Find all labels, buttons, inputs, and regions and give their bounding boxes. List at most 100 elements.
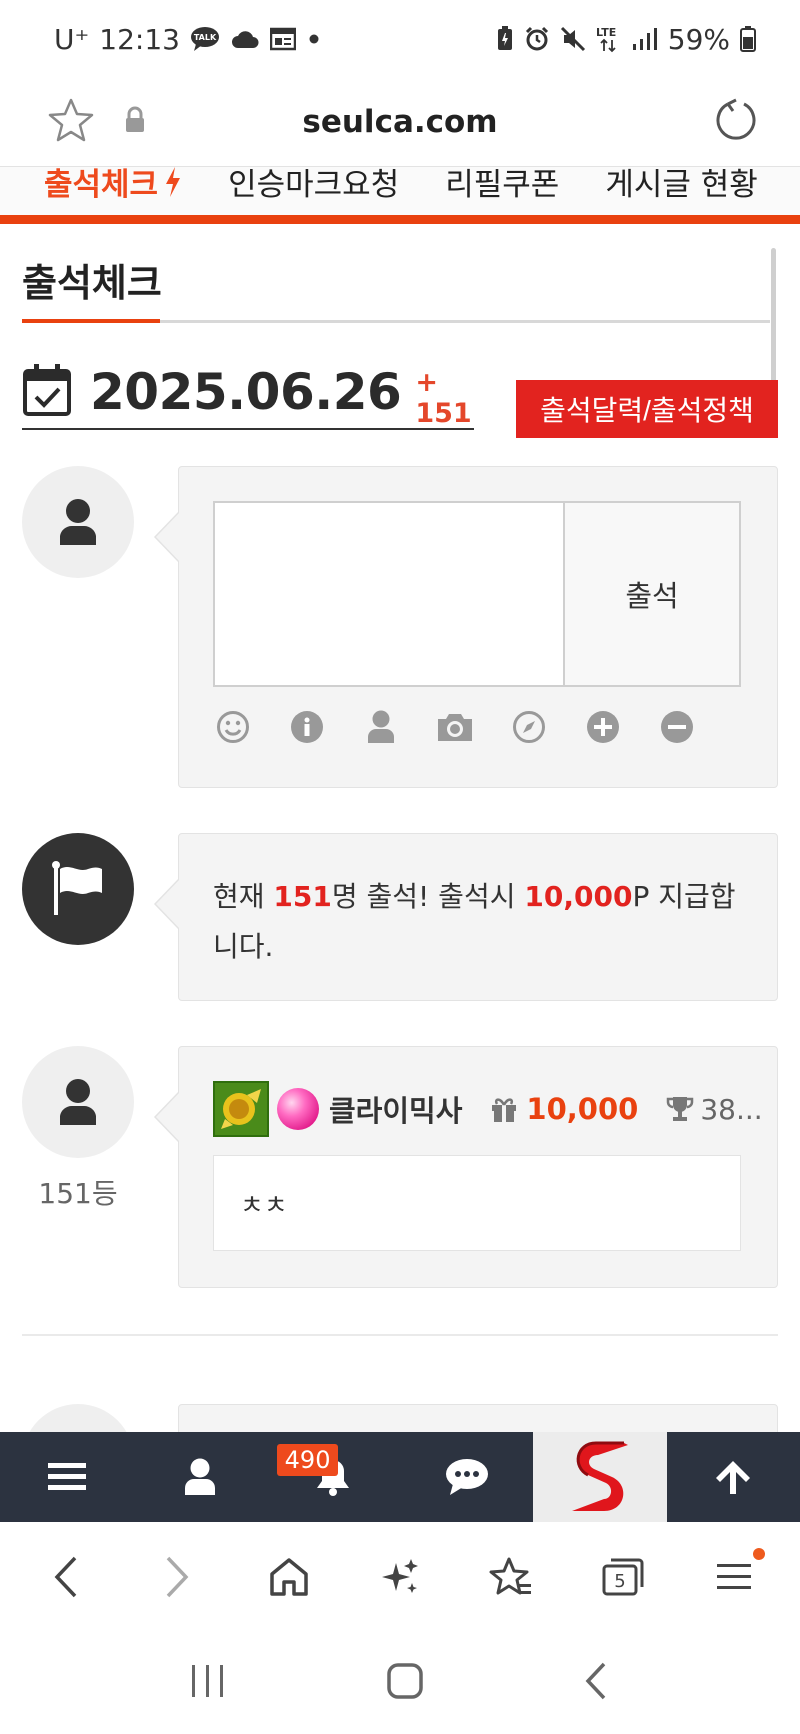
nav-item-mark-request[interactable]: 인승마크요청 <box>228 167 399 204</box>
info-icon[interactable] <box>287 707 327 747</box>
attendance-policy-button[interactable]: 출석달력/출석정책 <box>516 380 778 438</box>
score-value: 38... <box>700 1092 763 1126</box>
member-nickname[interactable]: 클라이믹사 <box>329 1088 462 1130</box>
svg-text:TALK: TALK <box>194 33 217 42</box>
nav-item-attendance[interactable]: 출석체크 <box>44 167 182 204</box>
chevron-right-icon <box>166 1556 189 1598</box>
member-comment: ㅊㅊ <box>213 1155 741 1251</box>
point-value: 10,000 <box>526 1092 639 1126</box>
carrier-label: U⁺ <box>54 22 90 56</box>
scroll-top-button[interactable] <box>667 1432 800 1522</box>
talk-icon: TALK <box>190 26 220 52</box>
bookmark-star-icon[interactable] <box>48 97 94 147</box>
member-avatar[interactable] <box>22 1046 134 1158</box>
level-badge-icon <box>213 1081 269 1137</box>
compose-form: 출석 <box>213 501 741 687</box>
home-icon <box>269 1558 308 1596</box>
alarm-icon <box>524 26 550 52</box>
notice-count: 151 <box>273 880 332 913</box>
battery-icon <box>740 26 756 52</box>
attendance-count: + 151 <box>415 367 472 429</box>
camera-icon[interactable] <box>435 707 475 747</box>
notice-text: 명 출석! 출석시 <box>331 880 525 913</box>
page-title: 출석체크 <box>22 261 162 305</box>
site-logo-button[interactable] <box>533 1432 667 1522</box>
plus-circle-icon[interactable] <box>583 707 623 747</box>
sparkle-icon <box>381 1559 418 1593</box>
attendance-date: 2025.06.26 <box>90 363 402 421</box>
notifications-button[interactable]: 490 <box>267 1432 400 1522</box>
clock: 12:13 <box>99 22 180 56</box>
avatar <box>22 466 134 578</box>
reload-icon[interactable] <box>714 97 760 147</box>
calendar-news-icon <box>269 27 296 51</box>
address-bar: seulca.com <box>0 78 800 166</box>
compose-toolbar <box>213 707 697 747</box>
orb-badge-icon <box>277 1088 319 1130</box>
forward-button[interactable] <box>142 1542 212 1612</box>
emoticon-icon[interactable] <box>213 707 253 747</box>
trophy-icon <box>667 1097 694 1121</box>
star-list-icon <box>489 1557 532 1595</box>
site-logo-icon <box>571 1441 628 1511</box>
user-icon <box>60 499 96 545</box>
tabs-button[interactable]: 5 <box>588 1542 658 1612</box>
calendar-check-icon <box>22 363 72 421</box>
tabs-icon: 5 <box>602 1558 644 1596</box>
update-dot <box>753 1548 766 1560</box>
attendance-rank: 151등 <box>38 1177 118 1210</box>
flag-icon <box>52 861 102 915</box>
attendance-notice: 현재 151명 출석! 출석시 10,000P 지급합니다. <box>179 834 777 1010</box>
home-nav-button[interactable] <box>385 1661 425 1705</box>
entry-bubble: 클라이믹사 10,000 38... ㅊㅊ <box>154 1046 778 1288</box>
home-square-icon <box>387 1663 423 1699</box>
battery-percent: 59% <box>667 22 730 56</box>
bookmarks-button[interactable] <box>476 1542 546 1612</box>
gift-icon <box>492 1098 517 1122</box>
lock-icon[interactable] <box>124 106 146 138</box>
menu-button[interactable] <box>0 1432 133 1522</box>
nav-item-refill-coupon[interactable]: 리필쿠폰 <box>445 167 559 204</box>
lightning-icon <box>166 167 181 197</box>
user-icon[interactable] <box>361 707 401 747</box>
nav-item-post-status[interactable]: 게시글 현황 <box>605 167 757 204</box>
notification-dot-icon <box>306 31 322 47</box>
arrow-up-icon <box>716 1461 751 1494</box>
mute-icon <box>560 26 586 52</box>
trophy-score: 38... <box>666 1092 763 1126</box>
system-nav-bar <box>0 1632 800 1734</box>
browser-menu-button[interactable] <box>699 1542 769 1612</box>
minus-circle-icon[interactable] <box>657 707 697 747</box>
chat-button[interactable] <box>400 1432 533 1522</box>
attend-submit-button[interactable]: 출석 <box>565 503 739 685</box>
home-button[interactable] <box>254 1542 324 1612</box>
profile-button[interactable] <box>133 1432 266 1522</box>
notice-text: 현재 <box>213 880 274 913</box>
chat-bubble-icon <box>445 1459 488 1495</box>
url-text[interactable]: seulca.com <box>0 104 800 140</box>
lte-icon: LTE <box>596 25 622 53</box>
compass-icon[interactable] <box>509 707 549 747</box>
compose-bubble: 출석 <box>154 466 778 788</box>
tab-count: 5 <box>614 1571 625 1592</box>
entry-divider <box>22 1334 778 1336</box>
notification-badge: 490 <box>276 1444 339 1476</box>
comment-textarea[interactable] <box>215 503 565 685</box>
svg-text:LTE: LTE <box>596 26 616 39</box>
back-nav-button[interactable] <box>582 1661 612 1705</box>
ai-sparkle-button[interactable] <box>365 1542 435 1612</box>
hamburger-icon <box>47 1463 86 1490</box>
recent-apps-button[interactable] <box>188 1662 228 1704</box>
back-chevron-icon <box>585 1662 605 1700</box>
nav-accent-bar <box>0 215 800 224</box>
cloud-icon <box>230 29 260 49</box>
member-line: 클라이믹사 10,000 38... <box>213 1081 763 1137</box>
date-row: 2025.06.26 + 151 <box>22 356 474 430</box>
title-divider <box>22 319 770 323</box>
recents-icon <box>192 1665 224 1697</box>
chevron-left-icon <box>54 1556 76 1598</box>
notice-avatar <box>22 833 134 945</box>
notice-points: 10,000 <box>524 880 633 913</box>
back-button[interactable] <box>31 1542 101 1612</box>
browser-toolbar: 5 <box>0 1522 800 1632</box>
